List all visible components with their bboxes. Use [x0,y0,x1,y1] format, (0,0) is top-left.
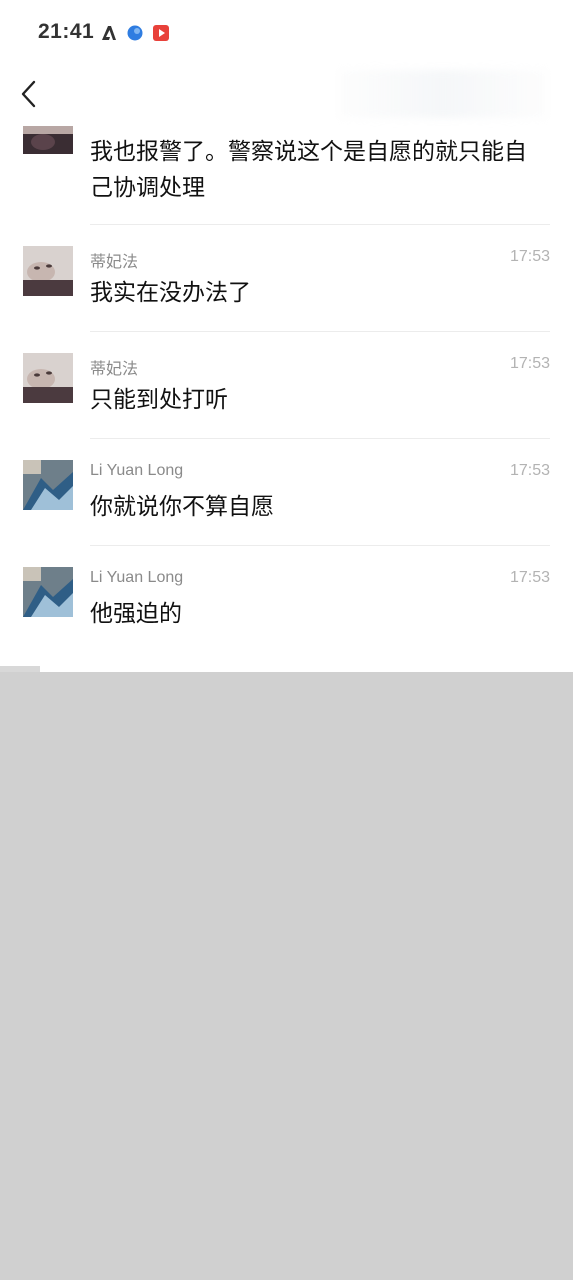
message-item[interactable]: 我也报警了。警察说这个是自愿的就只能自己协调处理 [0,126,573,224]
sender-name: 蒂妃法 [90,361,139,378]
back-button[interactable] [14,74,44,114]
sender-name: Li Yuan Long [90,569,184,586]
redacted-area [0,672,573,1280]
sender-name: Li Yuan Long [90,462,184,479]
message-item[interactable]: 蒂妃法 17:53 我实在没办法了 [0,225,573,331]
message-list[interactable]: 我也报警了。警察说这个是自愿的就只能自己协调处理 蒂妃法 17:53 我实在没办… [0,126,573,672]
app-a-icon [100,24,118,42]
red-play-icon [152,24,170,42]
message-text: 你就说你不算自愿 [90,494,274,520]
status-time: 21:41 [38,20,95,43]
message-item[interactable]: Li Yuan Long 17:53 你就说你不算自愿 [0,439,573,545]
message-text: 我实在没办法了 [90,280,251,306]
message-time: 17:53 [509,355,550,372]
message-time: 17:53 [509,569,550,586]
chevron-left-icon [21,80,36,108]
message-time: 17:53 [509,248,550,265]
nav-bar [0,62,573,126]
message-text: 他强迫的 [90,601,182,627]
avatar[interactable] [23,460,73,510]
status-icons [100,23,170,43]
status-bar: 21:41 [0,0,573,62]
message-item[interactable]: 蒂妃法 17:53 只能到处打听 [0,332,573,438]
message-text: 只能到处打听 [90,387,228,413]
avatar[interactable] [23,246,73,296]
nav-title-redacted [338,70,548,118]
avatar[interactable] [23,567,73,617]
avatar[interactable] [23,126,73,154]
blue-circle-icon [126,24,144,42]
message-time: 17:53 [509,462,550,479]
message-item[interactable]: Li Yuan Long 17:53 他强迫的 [0,546,573,652]
message-text: 我也报警了。警察说这个是自愿的就只能自己协调处理 [90,139,527,201]
sender-name: 蒂妃法 [90,254,139,271]
avatar[interactable] [23,353,73,403]
